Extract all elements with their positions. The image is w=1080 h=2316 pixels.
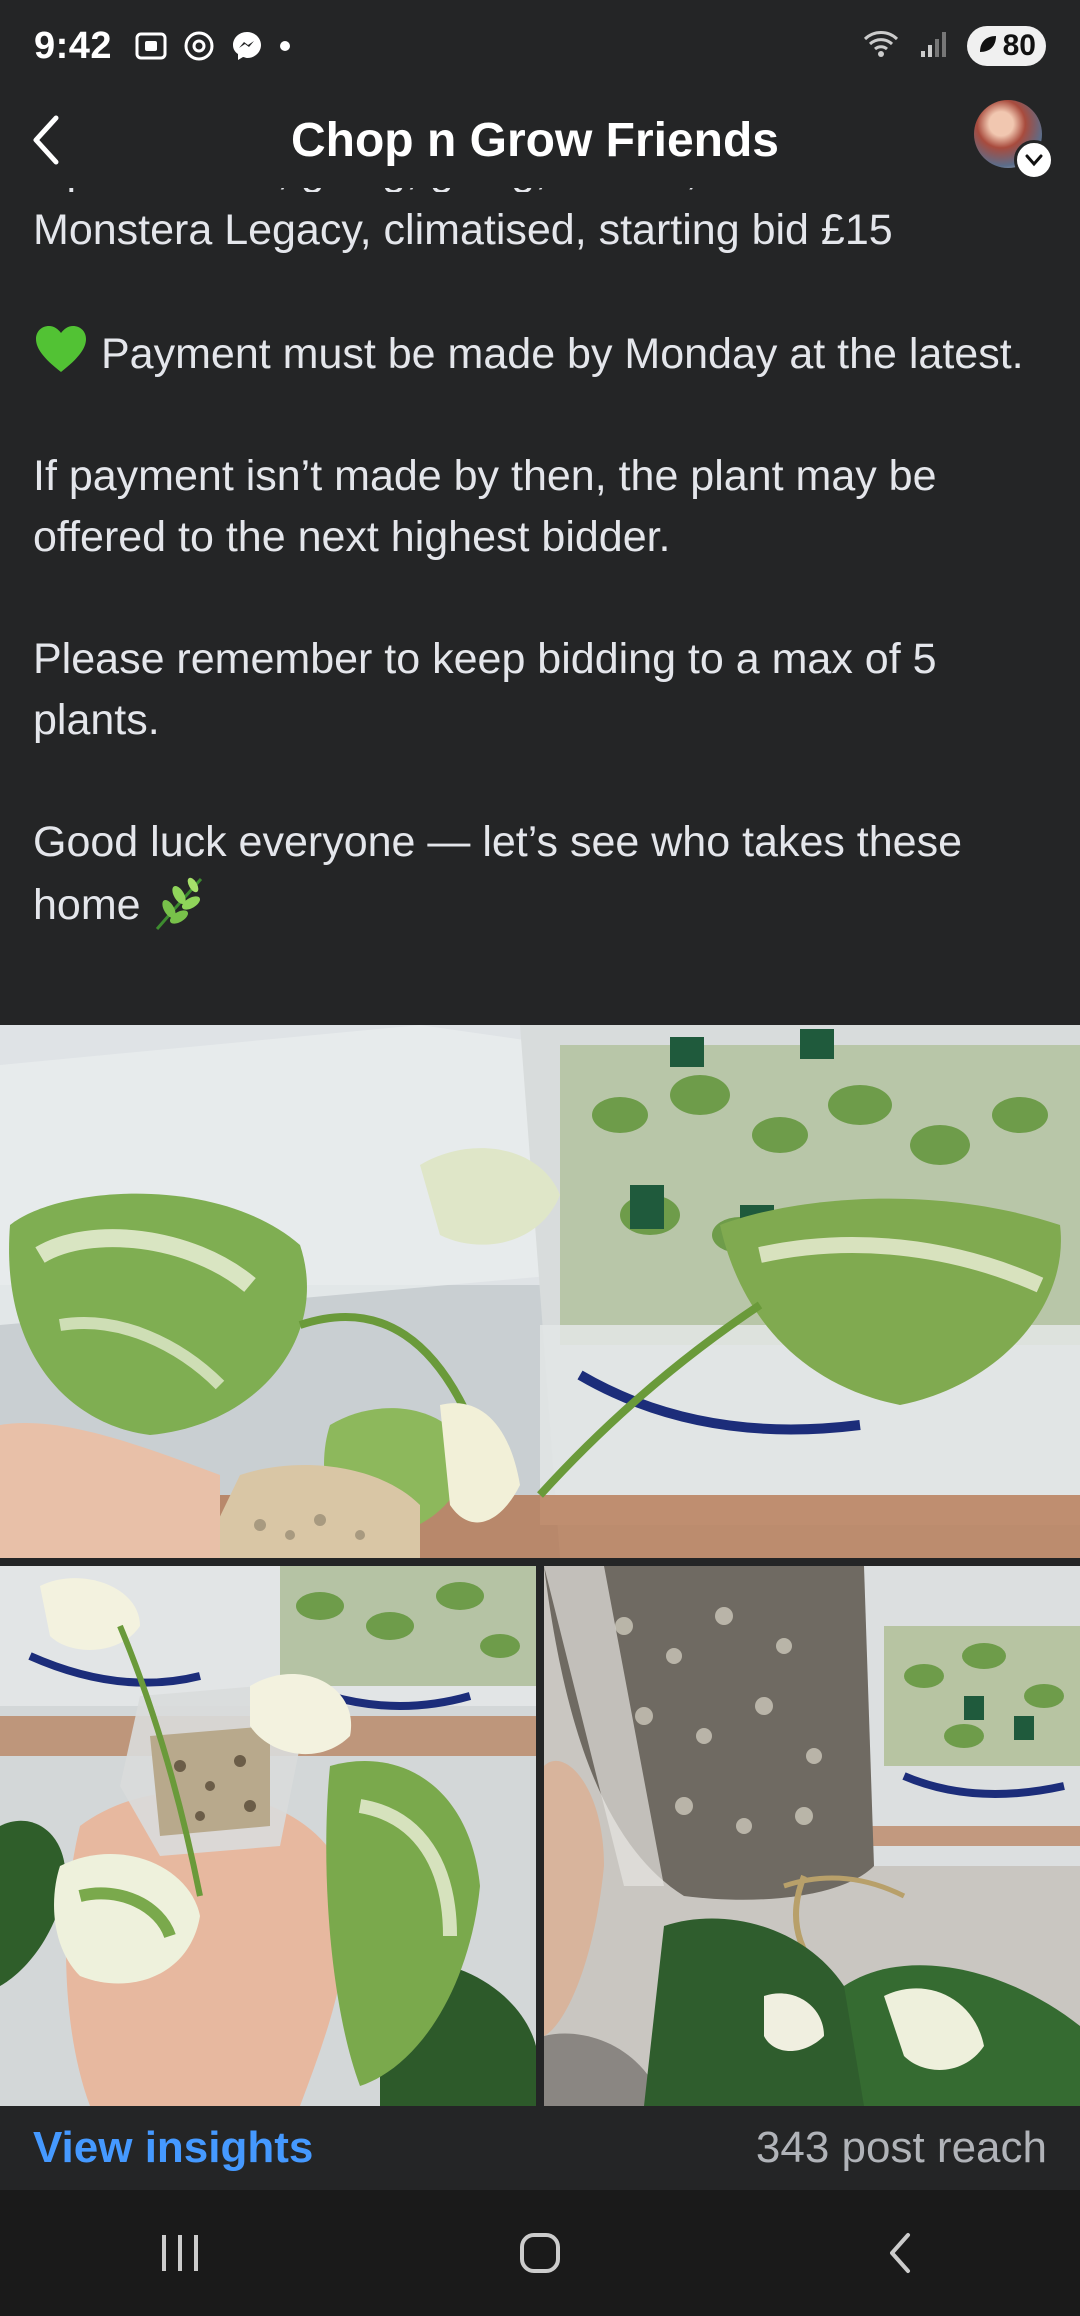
chevron-left-icon <box>33 115 59 165</box>
status-icons-right: 80 <box>861 26 1046 66</box>
plant-photo-main <box>0 1025 1080 1558</box>
screenshot-icon <box>134 29 168 63</box>
post-closing: Good luck everyone — let’s see who takes… <box>33 812 1053 936</box>
threads-icon <box>182 29 216 63</box>
post-reminder: Please remember to keep bidding to a max… <box>33 635 937 744</box>
post-payment-note: If payment isn’t made by then, the plant… <box>33 452 937 561</box>
back-button[interactable] <box>26 95 116 185</box>
chevron-down-icon <box>1014 140 1054 180</box>
home-button[interactable] <box>480 2208 600 2298</box>
post-body: Monstera Legacy, climatised, starting bi… <box>33 160 1053 936</box>
messenger-icon <box>230 29 264 63</box>
view-insights-link[interactable]: View insights <box>33 2123 313 2173</box>
post-reach-count: 343 post reach <box>755 2123 1047 2172</box>
wifi-icon <box>861 27 901 66</box>
page-title: Chop n Grow Friends <box>291 113 779 167</box>
profile-switcher[interactable] <box>974 100 1054 180</box>
post-photo-secondary-2[interactable] <box>544 1566 1080 2106</box>
plant-photo-hand <box>0 1566 536 2106</box>
post-footer: View insights 343 post reach <box>0 2106 1080 2190</box>
system-back-button[interactable] <box>840 2208 960 2298</box>
recent-apps-button[interactable] <box>120 2208 240 2298</box>
battery-leaf-icon <box>977 29 999 63</box>
status-time: 9:42 <box>34 24 113 67</box>
battery-indicator: 80 <box>966 26 1046 66</box>
system-nav-bar <box>0 2190 1080 2316</box>
green-heart-icon <box>33 322 89 378</box>
home-icon <box>520 2233 560 2273</box>
status-icons-left <box>134 29 292 63</box>
signal-icon <box>917 27 951 66</box>
post-line-listing: Monstera Legacy, climatised, starting bi… <box>33 206 893 254</box>
back-icon <box>890 2233 910 2273</box>
post-payment-deadline: Payment must be made by Monday at the la… <box>33 322 1053 385</box>
group-header: Chop n Grow Friends <box>0 92 1080 188</box>
post-photo-main[interactable] <box>0 1025 1080 1558</box>
status-bar: 9:42 80 <box>0 0 1080 92</box>
herb-icon <box>149 873 209 933</box>
dot-icon <box>278 39 292 53</box>
battery-level: 80 <box>1002 29 1036 62</box>
post-photo-secondary-1[interactable] <box>0 1566 536 2106</box>
plant-photo-roots <box>544 1566 1080 2106</box>
recent-apps-icon <box>162 2235 198 2271</box>
